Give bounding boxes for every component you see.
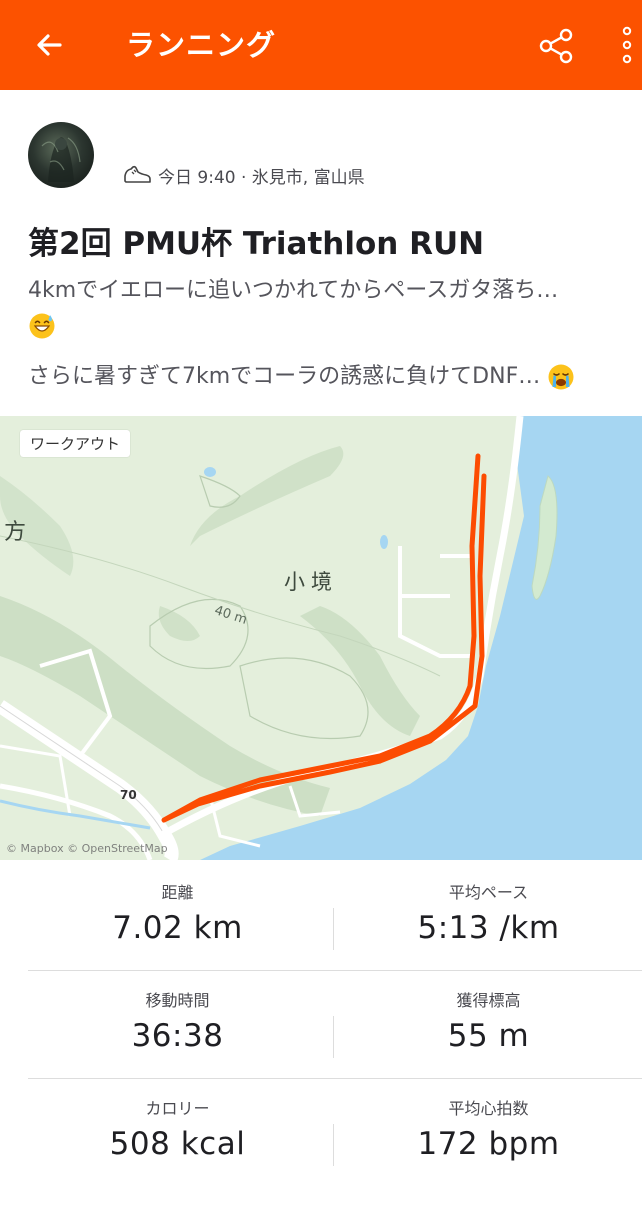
stat-distance: 距離 7.02 km [17,880,338,946]
map-road-number: 70 [120,788,137,802]
stat-avg-heart-rate: 平均心拍数 172 bpm [328,1096,642,1162]
divider [28,970,642,971]
avatar[interactable] [28,122,94,188]
stats-row: 移動時間 36:38 獲得標高 55 m [0,970,642,1098]
stat-value: 36:38 [131,1018,224,1054]
activity-description-line: さらに暑すぎて7kmでコーラの誘惑に負けてDNF… [28,358,575,391]
activity-header: 今日 9:40 · 氷見市, 富山県 第2回 PMU杯 Triathlon RU… [0,90,642,416]
map-attribution[interactable]: © Mapbox © OpenStreetMap [6,842,168,855]
stat-label: カロリー [145,1099,210,1118]
stats-row: 距離 7.02 km 平均ペース 5:13 /km [0,880,642,990]
activity-title: 第2回 PMU杯 Triathlon RUN [28,226,485,262]
more-vertical-icon[interactable] [612,20,642,70]
sweat-smile-emoji-icon [29,313,55,339]
activity-description-emoji [28,312,56,340]
stat-calories: カロリー 508 kcal [17,1096,338,1162]
workout-chip[interactable]: ワークアウト [20,430,131,457]
crying-face-emoji-icon [548,364,574,390]
stat-label: 獲得標高 [456,991,521,1010]
activity-description-text: さらに暑すぎて7kmでコーラの誘惑に負けてDNF… [28,364,541,389]
stats-row: カロリー 508 kcal 平均心拍数 172 bpm [0,1078,642,1206]
stat-value: 7.02 km [112,910,243,946]
divider [28,1078,642,1079]
shoe-icon [124,165,151,183]
stat-moving-time: 移動時間 36:38 [17,988,338,1054]
page-title: ランニング [126,28,277,62]
stat-value: 55 m [447,1018,530,1054]
stat-value: 172 bpm [417,1126,560,1162]
stat-label: 平均ペース [448,883,529,902]
activity-description-line: 4kmでイエローに追いつかれてからペースガタ落ち… [28,278,559,303]
map-place-label-partial: 方 [4,520,27,545]
app-bar: ランニング [0,0,642,90]
activity-date-location: 今日 9:40 · 氷見市, 富山県 [158,167,365,188]
share-icon[interactable] [532,22,580,70]
back-arrow-icon[interactable] [28,24,70,66]
map-place-label: 小境 [284,570,338,594]
stat-label: 距離 [161,883,194,902]
stat-value: 5:13 /km [417,910,560,946]
stat-elevation-gain: 獲得標高 55 m [328,988,642,1054]
stat-avg-pace: 平均ペース 5:13 /km [328,880,642,946]
activity-stats: 距離 7.02 km 平均ペース 5:13 /km 移動時間 36:38 獲得標… [0,860,642,1200]
stat-label: 平均心拍数 [448,1099,529,1118]
route-map[interactable]: ワークアウト 小境 方 40 m 70 © Mapbox © OpenStree… [0,416,642,860]
stat-value: 508 kcal [109,1126,246,1162]
activity-meta: 今日 9:40 · 氷見市, 富山県 [122,160,365,190]
stat-label: 移動時間 [145,991,210,1010]
